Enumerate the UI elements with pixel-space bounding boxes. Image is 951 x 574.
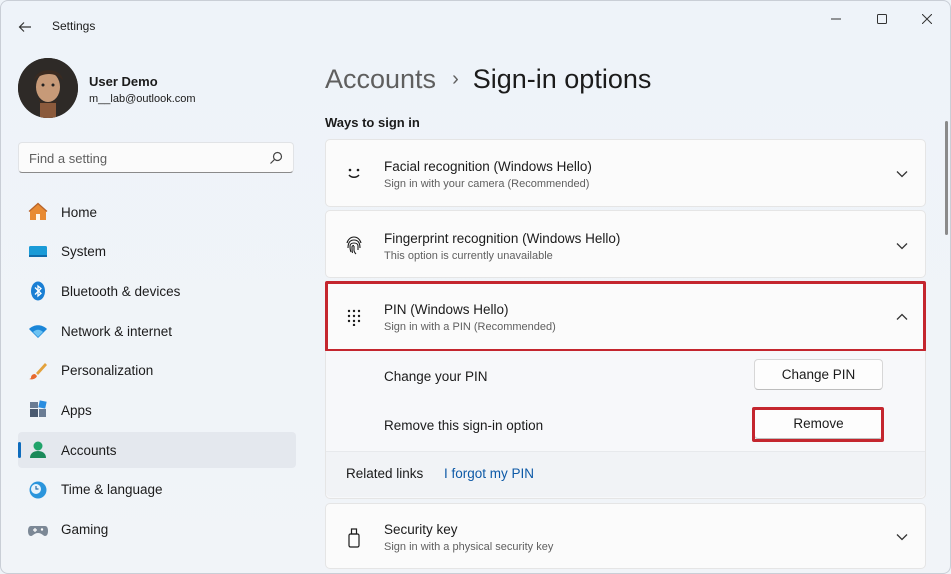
sidebar-item-label: Bluetooth & devices (61, 283, 181, 299)
title-bar: Settings (1, 1, 950, 51)
fingerprint-icon (342, 233, 366, 257)
breadcrumb-parent[interactable]: Accounts (325, 64, 436, 95)
avatar[interactable] (18, 58, 78, 118)
sidebar-nav: Home System Bluetooth & devices Network … (18, 194, 296, 551)
home-icon (27, 201, 49, 223)
chevron-down-icon (895, 167, 909, 181)
change-pin-label: Change your PIN (384, 369, 488, 384)
accounts-icon (27, 439, 49, 461)
sidebar-item-label: Apps (61, 402, 92, 418)
close-button[interactable] (907, 7, 947, 31)
sidebar-item-label: System (61, 244, 107, 260)
forgot-pin-link[interactable]: I forgot my PIN (444, 466, 534, 481)
maximize-button[interactable] (862, 7, 902, 31)
pin-options-panel: Change your PIN Change PIN Remove this s… (325, 351, 926, 499)
scrollbar-thumb[interactable] (945, 121, 948, 235)
usb-key-icon (342, 526, 366, 550)
gaming-icon (27, 519, 49, 541)
option-subtitle: Sign in with a PIN (Recommended) (384, 321, 556, 333)
sidebar-item-time-language[interactable]: Time & language (18, 472, 296, 508)
facial-recognition-option[interactable]: Facial recognition (Windows Hello) Sign … (325, 139, 926, 207)
back-button[interactable] (13, 15, 37, 39)
sidebar-item-personalization[interactable]: Personalization (18, 353, 296, 389)
sidebar-item-label: Accounts (61, 442, 117, 458)
sidebar-item-system[interactable]: System (18, 234, 296, 270)
remove-pin-button[interactable]: Remove (754, 408, 883, 439)
change-pin-button[interactable]: Change PIN (754, 359, 883, 390)
settings-window: Settings User Demo m__lab@outlook.com Fi… (0, 0, 951, 574)
option-title: Security key (384, 522, 458, 537)
system-icon (27, 241, 49, 263)
related-links: Related links I forgot my PIN (326, 451, 925, 497)
time-language-icon (27, 479, 49, 501)
pin-option[interactable]: PIN (Windows Hello) Sign in with a PIN (… (325, 281, 926, 351)
brush-icon (27, 360, 49, 382)
sidebar-item-label: Time & language (61, 482, 163, 498)
avatar-image (18, 58, 78, 118)
page-title: Sign-in options (472, 63, 652, 94)
fingerprint-recognition-option[interactable]: Fingerprint recognition (Windows Hello) … (325, 210, 926, 278)
search-icon[interactable] (269, 151, 283, 165)
search-box[interactable] (18, 142, 294, 173)
smiley-face-icon (342, 161, 366, 185)
option-title: Fingerprint recognition (Windows Hello) (384, 231, 621, 246)
option-title: PIN (Windows Hello) (384, 302, 509, 317)
chevron-down-icon (895, 239, 909, 253)
user-email: m__lab@outlook.com (89, 93, 196, 105)
sidebar-item-label: Network & internet (61, 323, 173, 339)
chevron-up-icon (895, 310, 909, 324)
minimize-icon (831, 18, 841, 20)
bluetooth-icon (27, 280, 49, 302)
sidebar-item-accounts[interactable]: Accounts (18, 432, 296, 469)
chevron-down-icon (895, 530, 909, 544)
section-title: Ways to sign in (325, 115, 420, 130)
remove-pin-label: Remove this sign-in option (384, 418, 544, 433)
minimize-button[interactable] (816, 7, 856, 31)
wifi-icon (27, 320, 49, 342)
breadcrumb: Accounts › Sign-in options (325, 61, 651, 97)
sidebar-item-gaming[interactable]: Gaming (18, 512, 296, 548)
sidebar-item-bluetooth[interactable]: Bluetooth & devices (18, 273, 296, 309)
sidebar-item-label: Home (61, 204, 98, 220)
sidebar-item-label: Personalization (61, 363, 154, 379)
maximize-icon (877, 14, 887, 24)
sidebar-item-apps[interactable]: Apps (18, 392, 296, 428)
user-name: User Demo (89, 74, 158, 89)
back-arrow-icon (18, 22, 31, 32)
security-key-option[interactable]: Security key Sign in with a physical sec… (325, 503, 926, 569)
close-icon (922, 14, 932, 24)
sidebar-item-home[interactable]: Home (18, 194, 296, 230)
option-subtitle: This option is currently unavailable (384, 250, 553, 262)
sidebar-item-label: Gaming (61, 522, 109, 537)
apps-icon (27, 399, 49, 421)
option-subtitle: Sign in with a physical security key (384, 541, 554, 553)
app-title: Settings (52, 19, 96, 33)
sidebar-item-network[interactable]: Network & internet (18, 313, 296, 349)
keypad-icon (342, 305, 366, 329)
option-subtitle: Sign in with your camera (Recommended) (384, 178, 590, 190)
option-title: Facial recognition (Windows Hello) (384, 159, 592, 174)
search-input[interactable] (29, 149, 259, 167)
related-links-label: Related links (346, 466, 424, 481)
breadcrumb-separator: › (452, 67, 459, 90)
